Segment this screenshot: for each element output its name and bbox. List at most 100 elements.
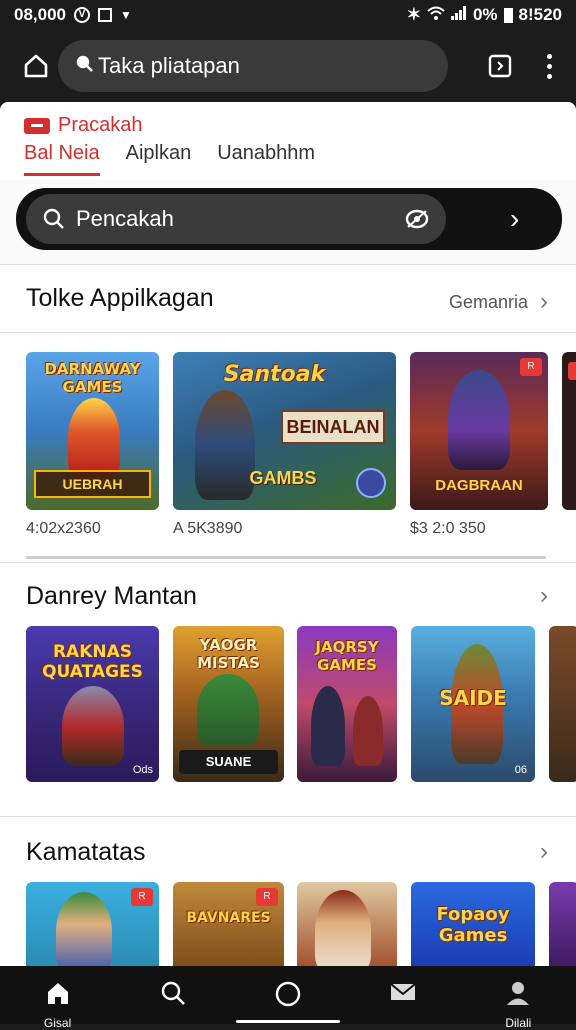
- wifi-icon: [427, 5, 445, 25]
- card-title: BAVNARES: [186, 910, 271, 926]
- app-card[interactable]: YAOGR MISTAS SUANE: [173, 626, 284, 782]
- home-icon: [47, 983, 68, 1004]
- corner-badge: R: [131, 888, 153, 906]
- divider: [0, 264, 576, 265]
- app-card[interactable]: [549, 882, 576, 966]
- nav-messages[interactable]: [373, 980, 433, 1024]
- status-bar: 08,000 V ▼ ✶ 0% 8!520: [0, 0, 576, 30]
- app-card[interactable]: R DAGBRAAN: [410, 352, 548, 510]
- dot-icon: [546, 63, 552, 69]
- brand[interactable]: Pracakah: [24, 114, 143, 137]
- game-art: [68, 398, 120, 478]
- nav-profile[interactable]: Dilali: [488, 980, 548, 1030]
- corner-badge: R: [256, 888, 278, 906]
- status-app-icon: V: [74, 7, 90, 23]
- status-time-right: 8!520: [518, 5, 562, 24]
- search-placeholder: Pencakah: [76, 206, 174, 231]
- badge-icon: [356, 468, 386, 498]
- card-subtitle: UEBRAH: [34, 470, 151, 498]
- app-card[interactable]: Santoak BEINALAN GAMBS: [173, 352, 396, 510]
- nav-label: Gisal: [43, 1016, 72, 1030]
- address-text: Taka pliatapan: [98, 53, 240, 78]
- browser-toolbar: Taka pliatapan: [0, 30, 576, 102]
- card-title: JAQRSY GAMES: [315, 638, 379, 674]
- game-art: [197, 674, 259, 746]
- circle-icon: [275, 981, 301, 1007]
- card-title: Fopaoy Games: [436, 904, 510, 946]
- section-more-link[interactable]: Gemanria ›: [449, 288, 548, 316]
- section-more-link[interactable]: ›: [540, 582, 548, 610]
- signal-icon: [450, 5, 467, 25]
- search-bar: Pencakah ›: [16, 188, 562, 250]
- brand-name: Pracakah: [58, 114, 143, 136]
- game-art: [311, 686, 345, 766]
- card-title: Santoak: [223, 362, 326, 387]
- home-button[interactable]: [14, 44, 58, 88]
- app-card[interactable]: RAKNAS QUATAGES Ods: [26, 626, 159, 782]
- card-banner: BEINALAN: [281, 410, 385, 444]
- chevron-right-icon: ›: [540, 838, 548, 865]
- divider: [0, 816, 576, 817]
- dot-icon: [546, 53, 552, 59]
- nav-home[interactable]: Gisal: [28, 980, 88, 1030]
- app-card[interactable]: SAIDE 06: [411, 626, 535, 782]
- game-art: [315, 890, 371, 966]
- card-price: A 5K3890: [173, 520, 243, 537]
- battery-icon: [503, 7, 513, 23]
- nav-search[interactable]: [143, 980, 203, 1024]
- card-title: DARNAWAY GAMES: [44, 360, 141, 396]
- app-card[interactable]: BAVNARES R: [173, 882, 284, 966]
- app-card[interactable]: [297, 882, 397, 966]
- app-card[interactable]: R: [26, 882, 159, 966]
- card-subtitle: GAMBS: [249, 468, 317, 488]
- tabs-button[interactable]: [478, 44, 522, 88]
- card-price: $3 2:0 350: [410, 520, 486, 537]
- divider: [0, 562, 576, 563]
- search-input[interactable]: Pencakah: [26, 194, 446, 244]
- section-more-link[interactable]: ›: [540, 838, 548, 866]
- status-gallery-icon: [98, 8, 112, 22]
- search-icon: [76, 53, 94, 79]
- app-card[interactable]: DARNAWAY GAMES UEBRAH: [26, 352, 159, 510]
- tab-aiplkan[interactable]: Aiplkan: [126, 142, 192, 176]
- game-art: [448, 370, 510, 470]
- search-icon: [43, 208, 64, 229]
- app-card[interactable]: Fopaoy Games: [411, 882, 535, 966]
- tab-uanabhhm[interactable]: Uanabhhm: [217, 142, 315, 176]
- app-card[interactable]: [549, 626, 576, 782]
- card-title: YAOGR MISTAS: [197, 636, 260, 672]
- app-card[interactable]: JAQRSY GAMES: [297, 626, 397, 782]
- overflow-menu-button[interactable]: [534, 44, 564, 88]
- scroll-indicator: [26, 556, 546, 559]
- card-subtitle: SUANE: [179, 750, 278, 774]
- card-corner-label: 06: [514, 764, 527, 776]
- chevron-right-icon[interactable]: ›: [510, 203, 519, 235]
- mail-icon: [390, 983, 416, 1000]
- person-icon: [507, 982, 530, 1005]
- bottom-navigation: Gisal Dilali: [0, 966, 576, 1030]
- card-title: RAKNAS QUATAGES: [42, 642, 143, 682]
- tab-bal-neia[interactable]: Bal Neia: [24, 142, 100, 176]
- address-bar[interactable]: Taka pliatapan: [58, 40, 448, 92]
- nav-circle[interactable]: [258, 980, 318, 1024]
- section-more-label: Gemanria: [448, 291, 528, 312]
- chevron-right-icon: ›: [540, 288, 548, 315]
- game-art: [62, 686, 124, 766]
- lens-icon[interactable]: [404, 208, 430, 230]
- card-title: SAIDE: [439, 686, 507, 710]
- section-title: Tolke Appilkagan: [26, 284, 214, 312]
- tabs-icon: [488, 54, 512, 78]
- home-icon: [24, 54, 48, 78]
- divider: [0, 332, 576, 333]
- section-title: Danrey Mantan: [26, 582, 197, 610]
- store-page: Pracakah Bal Neia Aiplkan Uanabhhm Penca…: [0, 102, 576, 966]
- app-card[interactable]: [562, 352, 576, 510]
- card-corner-label: Ods: [132, 764, 153, 776]
- game-art: [353, 696, 383, 766]
- corner-badge: [568, 362, 576, 380]
- dropdown-icon: ▼: [120, 8, 132, 22]
- battery-percent: 0%: [472, 5, 498, 24]
- search-icon: [161, 981, 185, 1005]
- bluetooth-icon: ✶: [406, 5, 421, 24]
- brand-logo-icon: [24, 117, 50, 134]
